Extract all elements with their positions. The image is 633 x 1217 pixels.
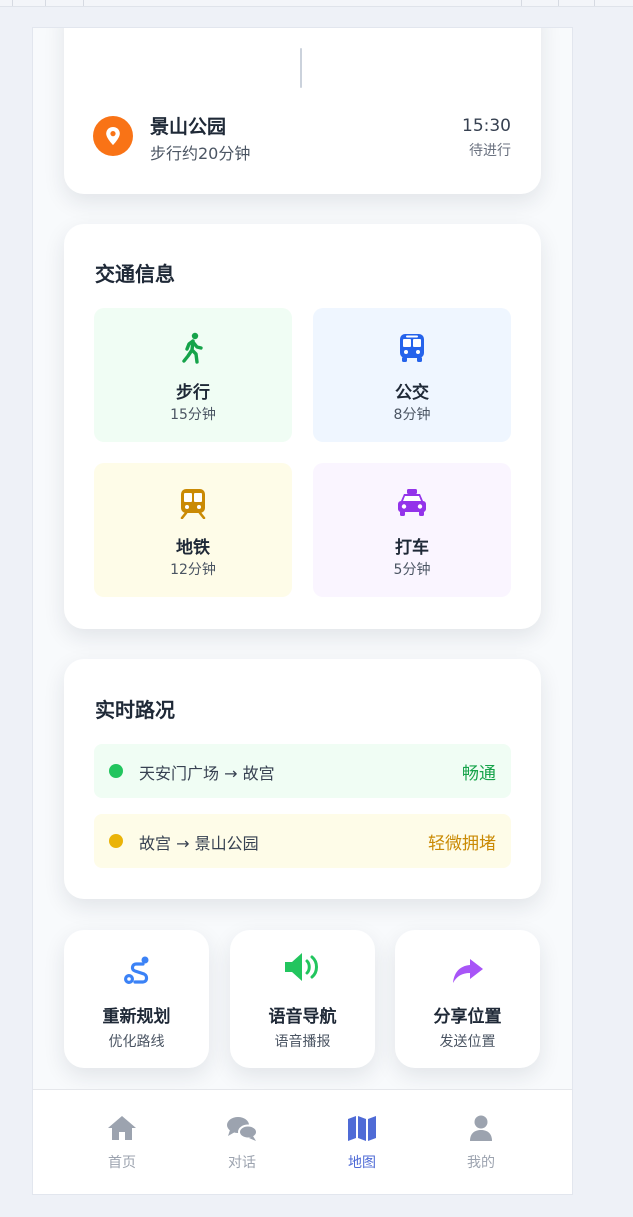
replan-route-button[interactable]: 重新规划 优化路线: [64, 930, 209, 1068]
action-sublabel: 优化路线: [108, 1034, 165, 1050]
map-icon: [317, 1112, 407, 1144]
transport-duration: 5分钟: [393, 562, 431, 578]
nav-label: 我的: [467, 1155, 495, 1171]
nav-item-chat[interactable]: 对话: [197, 1112, 287, 1172]
bottom-navigation: 首页 对话 地图 我的: [33, 1089, 572, 1194]
route-icon: [64, 952, 209, 990]
action-sublabel: 发送位置: [439, 1034, 496, 1050]
stop-name: 景山公园: [150, 116, 227, 138]
map-pin-icon: [93, 116, 133, 156]
subway-icon: [94, 487, 292, 521]
action-label: 重新规划: [102, 1007, 171, 1027]
itinerary-card: 景山公园 步行约20分钟 15:30 待进行: [64, 28, 541, 194]
action-label: 语音导航: [268, 1007, 337, 1027]
status-dot: [109, 764, 123, 778]
traffic-info-title: 交通信息: [95, 262, 175, 286]
nav-label: 对话: [228, 1155, 256, 1171]
road-segment-row[interactable]: 天安门广场 → 故宫 畅通: [94, 744, 511, 798]
nav-label: 地图: [348, 1155, 376, 1171]
road-segment-row[interactable]: 故宫 → 景山公园 轻微拥堵: [94, 814, 511, 868]
nav-item-map[interactable]: 地图: [317, 1112, 407, 1172]
nav-label: 首页: [108, 1155, 136, 1171]
app-screen: 景山公园 步行约20分钟 15:30 待进行 交通信息 步行 15分钟 公交 8…: [32, 27, 573, 1195]
taxi-icon: [313, 487, 511, 521]
chat-icon: [197, 1112, 287, 1144]
nav-item-home[interactable]: 首页: [77, 1112, 167, 1172]
action-sublabel: 语音播报: [274, 1034, 331, 1050]
transport-duration: 15分钟: [170, 407, 216, 423]
timeline-connector: [300, 48, 302, 88]
share-icon: [395, 952, 540, 990]
road-segment-name: 故宫 → 景山公园: [139, 834, 259, 853]
transport-walk[interactable]: 步行 15分钟: [94, 308, 292, 442]
realtime-traffic-title: 实时路况: [95, 698, 175, 722]
walk-icon: [94, 332, 292, 366]
transport-taxi[interactable]: 打车 5分钟: [313, 463, 511, 597]
road-segment-name: 天安门广场 → 故宫: [139, 764, 275, 783]
transport-label: 打车: [395, 538, 429, 558]
transport-label: 公交: [395, 383, 429, 403]
transport-duration: 8分钟: [393, 407, 431, 423]
realtime-traffic-card: 实时路况 天安门广场 → 故宫 畅通 故宫 → 景山公园 轻微拥堵: [64, 659, 541, 899]
stop-time: 15:30: [462, 116, 511, 136]
home-icon: [77, 1112, 167, 1144]
action-label: 分享位置: [433, 1007, 502, 1027]
transport-label: 步行: [176, 383, 210, 403]
transport-bus[interactable]: 公交 8分钟: [313, 308, 511, 442]
share-location-button[interactable]: 分享位置 发送位置: [395, 930, 540, 1068]
traffic-info-card: 交通信息 步行 15分钟 公交 8分钟 地铁 12分钟 打车 5分钟: [64, 224, 541, 629]
road-status: 畅通: [462, 764, 496, 784]
bus-icon: [313, 332, 511, 366]
transport-label: 地铁: [176, 538, 210, 558]
transport-subway[interactable]: 地铁 12分钟: [94, 463, 292, 597]
stop-status: 待进行: [469, 143, 511, 159]
volume-icon: [230, 948, 375, 986]
transport-duration: 12分钟: [170, 562, 216, 578]
nav-item-profile[interactable]: 我的: [436, 1112, 526, 1172]
user-icon: [436, 1112, 526, 1144]
browser-top-strip: [0, 0, 633, 7]
status-dot: [109, 834, 123, 848]
voice-navigation-button[interactable]: 语音导航 语音播报: [230, 930, 375, 1068]
road-status: 轻微拥堵: [428, 834, 496, 854]
stop-travel-time: 步行约20分钟: [150, 144, 251, 163]
